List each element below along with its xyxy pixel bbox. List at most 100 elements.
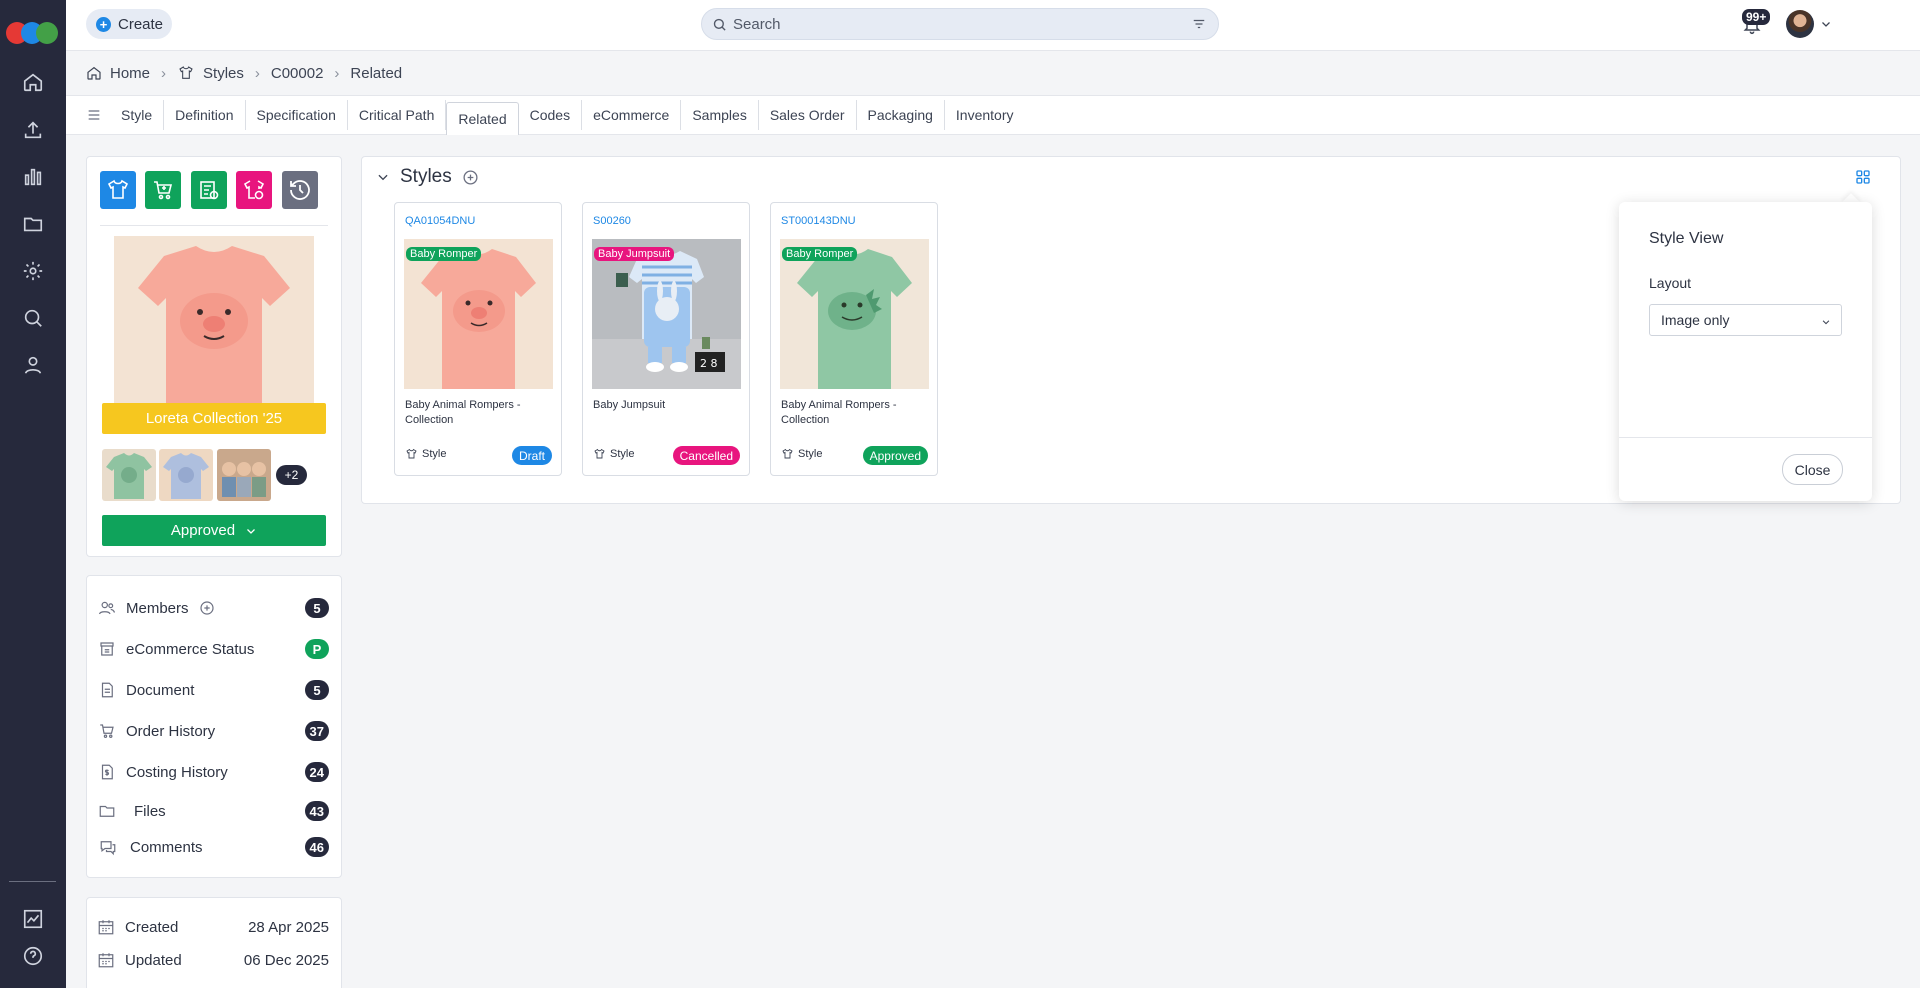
search-input[interactable]: Search (701, 8, 1219, 40)
order-history-label: Order History (126, 722, 216, 740)
history-action-button[interactable] (282, 171, 318, 209)
add-member-icon[interactable] (199, 600, 215, 616)
status-badge: Cancelled (672, 446, 740, 465)
breadcrumb-separator-icon: › (254, 64, 260, 82)
style-name: Baby Jumpsuit (593, 399, 666, 411)
nav-rail (0, 0, 66, 988)
style-type: Style (781, 448, 822, 460)
style-card[interactable]: ST000143DNU Baby Romper Baby Animal Romp… (770, 202, 938, 476)
thumbnail-green-romper[interactable] (102, 449, 156, 501)
sample-action-button[interactable] (236, 171, 272, 209)
breadcrumb-styles-label: Styles (203, 64, 244, 82)
tab-packaging[interactable]: Packaging (857, 100, 945, 130)
status-dropdown[interactable]: Approved (102, 515, 326, 546)
breadcrumb-current: Related (350, 64, 403, 82)
members-link[interactable]: Members 5 (97, 596, 329, 620)
create-button[interactable]: + Create (86, 9, 172, 39)
popover-divider (1619, 437, 1872, 438)
breadcrumb-code[interactable]: C00002 (271, 65, 324, 82)
popover-title: Style View (1649, 230, 1724, 247)
files-link[interactable]: Files 43 (97, 799, 329, 823)
rail-divider (9, 881, 56, 882)
category-tag: Baby Romper (782, 247, 858, 261)
files-label: Files (134, 802, 166, 820)
comments-link[interactable]: Comments 46 (97, 835, 329, 859)
order-history-count: 37 (304, 721, 329, 741)
tshirt-icon (594, 448, 605, 459)
chevron-down-icon[interactable] (1820, 18, 1832, 30)
reports-icon[interactable] (17, 903, 49, 935)
close-button[interactable]: Close (1782, 454, 1843, 485)
svg-text:2 8: 2 8 (700, 357, 718, 370)
costing-history-link[interactable]: Costing History 24 (97, 760, 329, 784)
costing-action-button[interactable] (191, 171, 227, 209)
layout-select-value: Image only (1661, 312, 1730, 328)
order-history-link[interactable]: Order History 37 (97, 719, 329, 743)
tab-sales-order[interactable]: Sales Order (759, 100, 857, 130)
calendar-icon (97, 918, 115, 936)
avatar[interactable] (1786, 10, 1814, 38)
section-title: Styles (400, 166, 452, 187)
add-style-icon[interactable] (462, 169, 479, 186)
style-type-label: Style (610, 448, 635, 460)
breadcrumb: Home › Styles › C00002 › Related (66, 50, 1920, 96)
folder-icon[interactable] (17, 208, 49, 240)
chevron-down-icon[interactable] (376, 170, 390, 184)
grid-view-icon[interactable] (1855, 169, 1871, 185)
created-date: 28 Apr 2025 (248, 918, 329, 936)
files-count: 43 (304, 801, 329, 821)
members-count: 5 (305, 598, 329, 618)
tab-ecommerce[interactable]: eCommerce (582, 100, 682, 130)
folder-icon (97, 802, 121, 820)
updated-date: 06 Dec 2025 (243, 951, 329, 969)
home-icon[interactable] (17, 66, 49, 98)
tab-inventory[interactable]: Inventory (945, 100, 1025, 130)
style-card[interactable]: QA01054DNU Baby Romper Baby Animal Rompe… (394, 202, 562, 476)
tab-samples[interactable]: Samples (681, 100, 759, 130)
comments-count: 46 (304, 837, 329, 857)
settings-icon[interactable] (17, 255, 49, 287)
style-code[interactable]: ST000143DNU (781, 215, 856, 227)
thumbnail-blue-romper[interactable] (159, 449, 213, 501)
notification-badge[interactable]: 99+ (1742, 9, 1771, 25)
ecommerce-status-link[interactable]: eCommerce Status P (97, 637, 329, 661)
tab-codes[interactable]: Codes (519, 100, 583, 130)
tab-critical-path[interactable]: Critical Path (348, 100, 447, 130)
create-label: Create (118, 15, 164, 33)
help-icon[interactable] (17, 940, 49, 972)
created-row: Created 28 Apr 2025 (97, 916, 329, 938)
product-image[interactable] (114, 236, 314, 404)
style-action-button[interactable] (100, 171, 136, 209)
style-card[interactable]: S00260 2 8 Baby Jumpsuit Baby Jumpsuit S… (582, 202, 750, 476)
tab-specification[interactable]: Specification (246, 100, 348, 130)
style-name: Baby Animal Rompers - Collection (781, 399, 897, 426)
ecommerce-status-badge: P (305, 639, 329, 659)
comments-label: Comments (130, 838, 203, 856)
document-link[interactable]: Document 5 (97, 678, 329, 702)
style-code[interactable]: QA01054DNU (405, 215, 475, 227)
tshirt-icon (782, 448, 793, 459)
tab-related[interactable]: Related (446, 101, 519, 135)
app-logo[interactable] (6, 22, 62, 44)
filter-icon[interactable] (1192, 17, 1206, 31)
more-images-badge[interactable]: +2 (276, 465, 307, 485)
divider (100, 225, 328, 226)
analytics-icon[interactable] (17, 161, 49, 193)
menu-icon[interactable] (86, 107, 102, 123)
calendar-icon (97, 951, 115, 969)
user-icon[interactable] (17, 349, 49, 381)
section-header: Styles (376, 166, 479, 188)
collection-label[interactable]: Loreta Collection '25 (102, 403, 326, 434)
style-code[interactable]: S00260 (593, 215, 631, 227)
document-icon (97, 681, 121, 699)
plus-icon: + (96, 16, 111, 32)
upload-icon[interactable] (17, 114, 49, 146)
tab-style[interactable]: Style (110, 100, 165, 130)
breadcrumb-home[interactable]: Home (86, 65, 150, 82)
cart-action-button[interactable] (145, 171, 181, 209)
breadcrumb-styles[interactable]: Styles (177, 65, 244, 82)
search-icon[interactable] (17, 302, 49, 334)
tab-definition[interactable]: Definition (164, 100, 246, 130)
layout-select[interactable]: Image only (1649, 304, 1842, 336)
thumbnail-babies-photo[interactable] (217, 449, 271, 501)
